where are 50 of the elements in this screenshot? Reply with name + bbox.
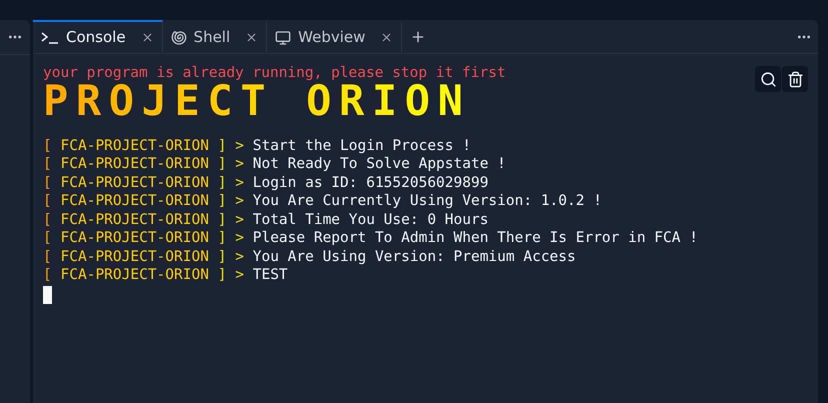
open-bracket: [ [43,174,52,192]
close-icon[interactable] [140,31,154,44]
tab[interactable]: Console [33,20,163,53]
log-separator: ] > [218,155,244,174]
log-source: FCA-PROJECT-ORION [60,136,209,155]
monitor-icon [275,30,292,46]
error-message: your program is already running, please stop it first [43,64,506,82]
clear-button[interactable] [782,66,808,92]
tab-label: Console [66,27,126,48]
log-source: FCA-PROJECT-ORION [60,155,209,174]
log-message: TEST [252,266,288,284]
log-source: FCA-PROJECT-ORION [60,229,209,248]
log-message: Login as ID: 61552056029899 [252,174,488,192]
log-message: You Are Using Version: Premium Access [252,248,576,266]
log-source: FCA-PROJECT-ORION [60,192,209,210]
log-source: FCA-PROJECT-ORION [60,210,209,229]
log-message: Start the Login Process ! [252,136,471,155]
log-message: You Are Currently Using Version: 1.0.2 ! [252,192,602,210]
cursor [43,286,52,304]
tab-label: Webview [298,27,366,48]
open-bracket: [ [43,229,52,248]
log-separator: ] > [218,136,244,155]
open-bracket: [ [43,136,52,155]
log-source: FCA-PROJECT-ORION [60,248,209,266]
close-icon[interactable] [380,31,394,44]
close-icon[interactable] [245,31,258,44]
open-bracket: [ [43,155,52,174]
log-source: FCA-PROJECT-ORION [60,174,209,192]
tab[interactable]: Webview [267,20,402,53]
trash-icon [786,70,804,88]
shell-icon [170,30,187,46]
terminal-icon [41,32,59,44]
tab[interactable]: Shell [162,20,268,53]
open-bracket: [ [43,248,52,266]
log-message: Not Ready To Solve Appstate ! [252,155,506,174]
log-separator: ] > [218,210,244,229]
log-message: Total Time You Use: 0 Hours [252,210,488,229]
log-source: FCA-PROJECT-ORION [60,266,209,284]
tab-label: Shell [194,27,230,48]
log-message: Please Report To Admin When There Is Error in FCA ! [252,229,698,248]
log-separator: ] > [218,192,244,210]
search-button[interactable] [755,66,781,92]
search-icon [760,70,776,88]
open-bracket: [ [43,266,52,284]
log-separator: ] > [218,266,244,284]
log-separator: ] > [218,229,244,248]
log-separator: ] > [218,248,244,266]
log-separator: ] > [218,174,244,192]
open-bracket: [ [43,192,52,210]
open-bracket: [ [43,210,52,229]
